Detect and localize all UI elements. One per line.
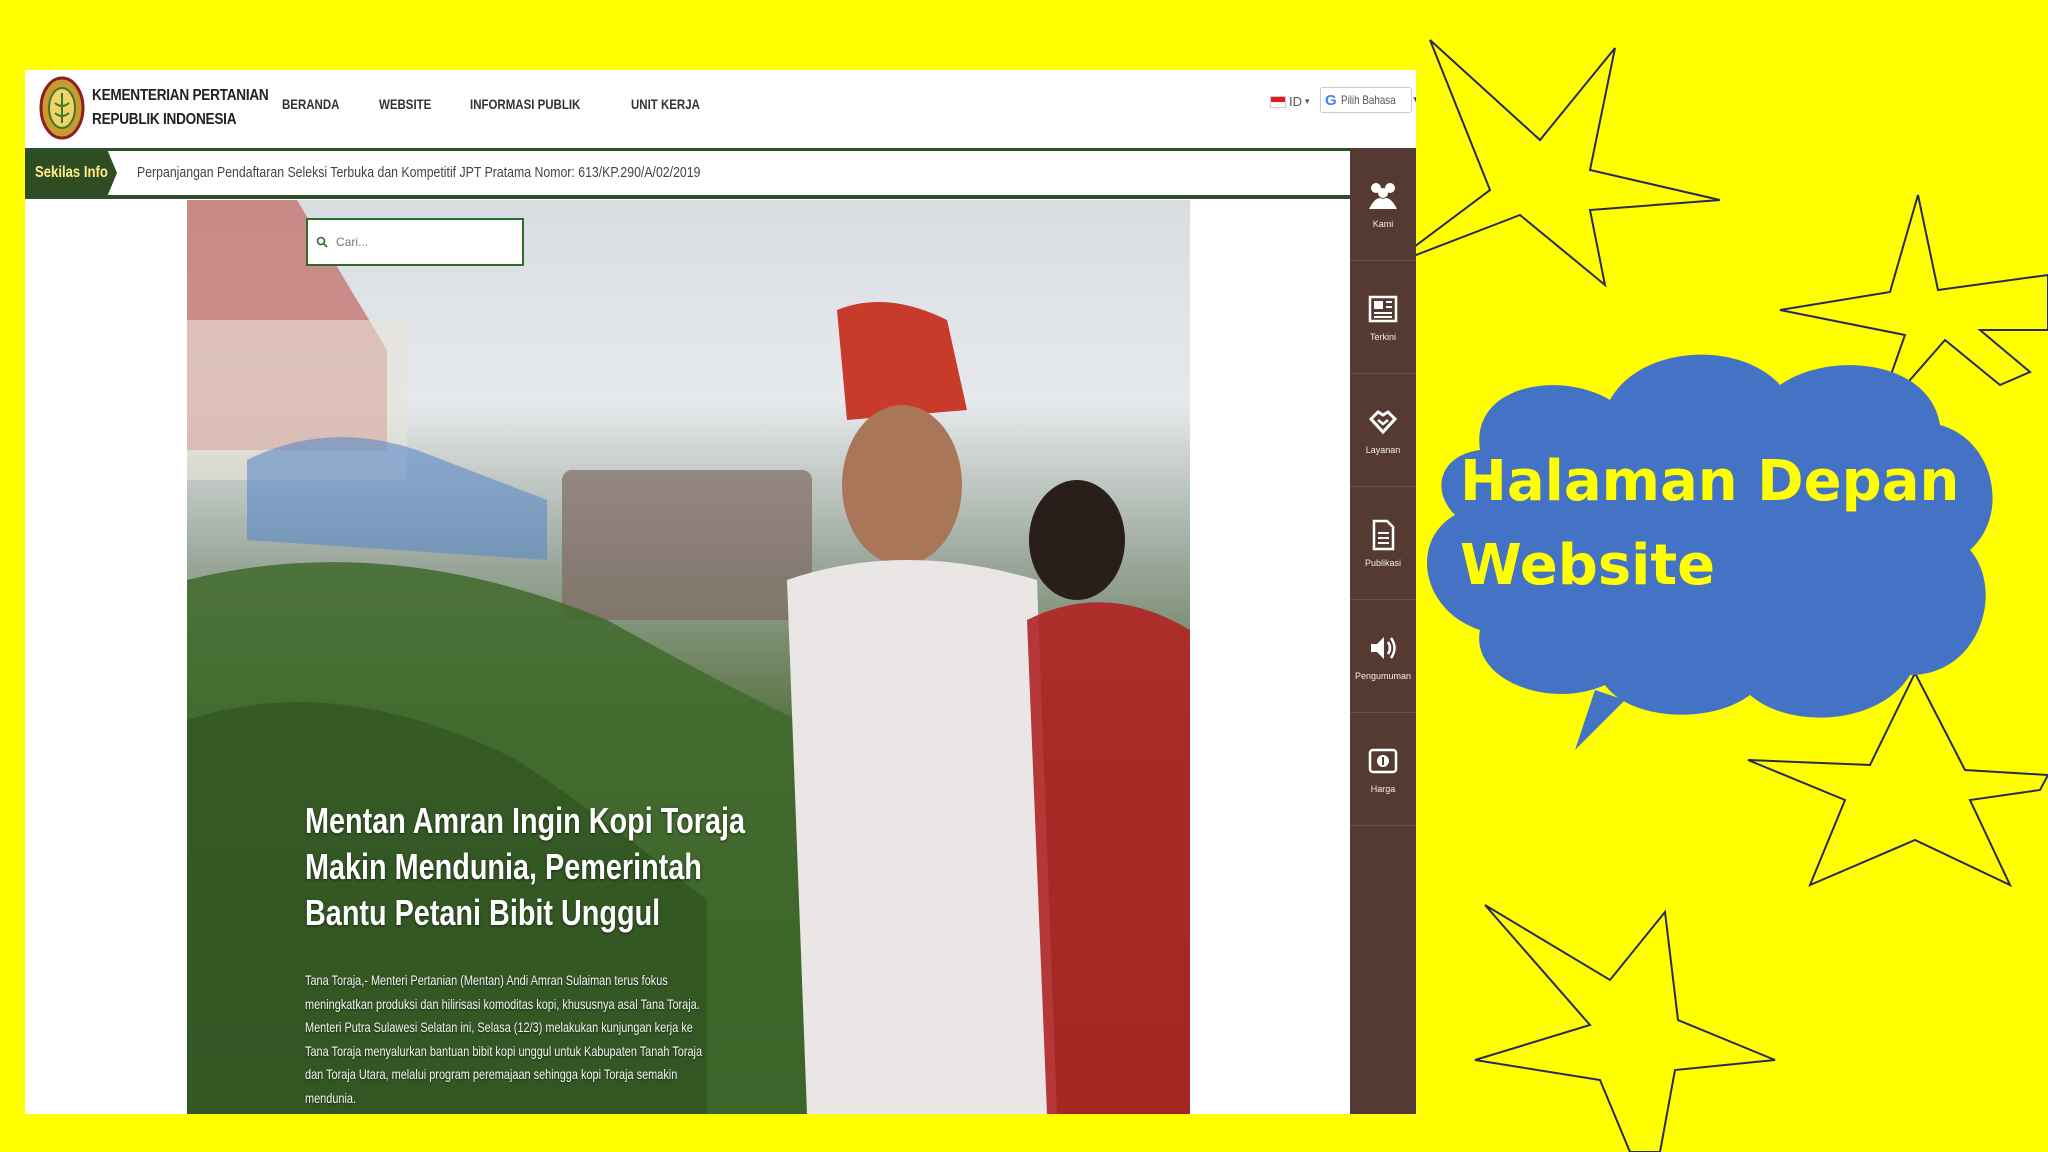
- rail-label: Layanan: [1365, 445, 1401, 455]
- nav-unit-kerja[interactable]: UNIT KERJA: [631, 96, 700, 112]
- handshake-icon: [1368, 410, 1398, 435]
- ticker-label: Sekilas Info: [25, 151, 117, 195]
- rail-label: Pengumuman: [1354, 671, 1412, 681]
- star-shape: [1474, 904, 1776, 1152]
- nav-informasi-publik[interactable]: INFORMASI PUBLIK: [470, 96, 580, 112]
- language-code: ID: [1289, 94, 1302, 109]
- google-icon: G: [1325, 91, 1337, 109]
- rail-label: Kami: [1372, 219, 1394, 229]
- nav-website[interactable]: WEBSITE: [379, 96, 431, 112]
- ticker-text[interactable]: Perpanjangan Pendaftaran Seleksi Terbuka…: [137, 164, 700, 181]
- speaker-icon: [1371, 637, 1396, 659]
- news-ticker: Sekilas Info Perpanjangan Pendaftaran Se…: [25, 151, 1350, 199]
- chevron-down-icon: ▾: [1305, 96, 1310, 106]
- people-icon: [1369, 183, 1397, 209]
- brand-line-1: KEMENTERIAN PERTANIAN: [92, 87, 269, 104]
- website-screenshot: KEMENTERIAN PERTANIAN REPUBLIK INDONESIA…: [25, 70, 1416, 1114]
- site-header: KEMENTERIAN PERTANIAN REPUBLIK INDONESIA…: [25, 70, 1416, 151]
- nav-beranda[interactable]: BERANDA: [282, 96, 339, 112]
- rail-item-kami[interactable]: Kami: [1350, 148, 1416, 261]
- language-selector[interactable]: ID ▾: [1270, 94, 1310, 109]
- search-input[interactable]: [334, 234, 508, 250]
- document-icon: [1372, 519, 1395, 551]
- search-icon: [316, 236, 328, 248]
- rail-item-harga[interactable]: Harga: [1350, 713, 1416, 826]
- hero-description: Tana Toraja,- Menteri Pertanian (Mentan)…: [305, 972, 703, 1106]
- hero-slider: Mentan Amran Ingin Kopi Toraja Makin Men…: [187, 200, 1190, 1114]
- google-translate-select[interactable]: G Pilih Bahasa ▼: [1320, 87, 1416, 113]
- ministry-logo-icon[interactable]: [39, 75, 85, 141]
- star-shape: [1389, 39, 1721, 288]
- site-brand[interactable]: KEMENTERIAN PERTANIAN REPUBLIK INDONESIA: [92, 84, 269, 132]
- rail-item-publikasi[interactable]: Publikasi: [1350, 487, 1416, 600]
- main-nav: BERANDA WEBSITE INFORMASI PUBLIK UNIT KE…: [282, 96, 742, 112]
- rail-label: Publikasi: [1364, 558, 1402, 568]
- rail-item-layanan[interactable]: Layanan: [1350, 374, 1416, 487]
- hero-headline[interactable]: Mentan Amran Ingin Kopi Toraja Makin Men…: [305, 798, 753, 936]
- rail-label: Harga: [1370, 784, 1396, 794]
- rail-label: Terkini: [1369, 332, 1396, 342]
- translate-label: Pilih Bahasa: [1340, 93, 1396, 107]
- money-icon: [1368, 748, 1398, 774]
- search-box[interactable]: [306, 218, 524, 266]
- brand-line-2: REPUBLIK INDONESIA: [92, 111, 237, 128]
- side-rail: Kami Terkini Layanan Publikasi Pengumuma…: [1350, 148, 1416, 1114]
- rail-item-pengumuman[interactable]: Pengumuman: [1350, 600, 1416, 713]
- indonesia-flag-icon: [1270, 95, 1286, 108]
- chevron-down-icon: ▼: [1411, 95, 1416, 106]
- rail-item-terkini[interactable]: Terkini: [1350, 261, 1416, 374]
- newspaper-icon: [1368, 295, 1398, 323]
- callout-text: Halaman Depan Website: [1460, 449, 1960, 598]
